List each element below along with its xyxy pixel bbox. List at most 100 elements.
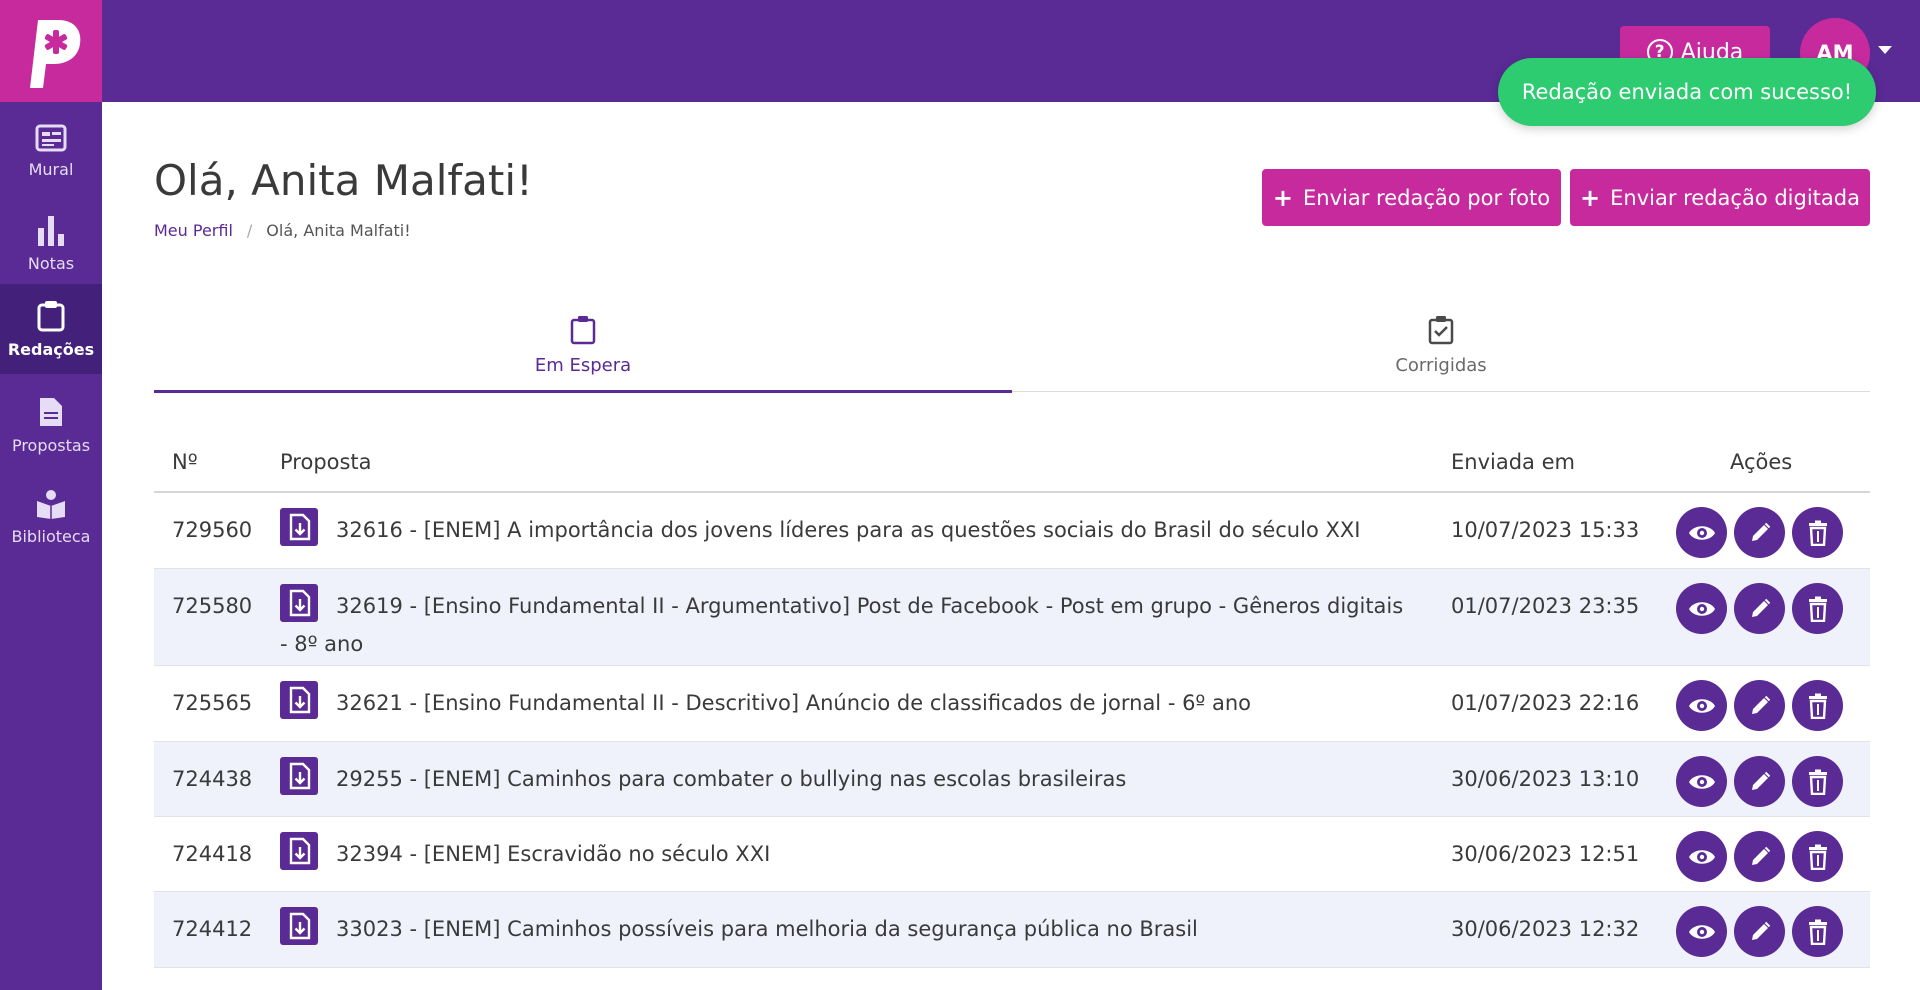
row-sent-date: 30/06/2023 12:32 xyxy=(1451,917,1640,941)
active-tab-indicator xyxy=(154,390,1012,393)
trash-icon xyxy=(1808,769,1827,795)
edit-button[interactable] xyxy=(1734,680,1785,731)
row-proposal-text: 32619 - [Ensino Fundamental II - Argumen… xyxy=(280,594,1404,656)
sidebar-item-notas[interactable]: Notas xyxy=(0,198,102,288)
table-row: 724412 33023 - [ENEM] Caminhos possíveis… xyxy=(154,892,1870,968)
table-row: 724418 32394 - [ENEM] Escravidão no sécu… xyxy=(154,817,1870,892)
download-file-icon[interactable] xyxy=(280,584,318,622)
file-download-glyph xyxy=(289,513,311,541)
row-proposal: 32619 - [Ensino Fundamental II - Argumen… xyxy=(280,584,1410,663)
row-number: 724418 xyxy=(172,842,253,866)
row-sent-date: 01/07/2023 22:16 xyxy=(1451,691,1640,715)
row-number: 725580 xyxy=(172,594,253,618)
table-row: 725580 32619 - [Ensino Fundamental II - … xyxy=(154,569,1870,666)
view-button[interactable] xyxy=(1676,583,1727,634)
tab-em-espera[interactable]: Em Espera xyxy=(154,315,1012,393)
eye-icon xyxy=(1688,924,1715,939)
edit-button[interactable] xyxy=(1734,831,1785,882)
sidebar-label: Redações xyxy=(7,339,95,359)
sidebar-label: Mural xyxy=(28,159,74,179)
send-typed-label: Enviar redação digitada xyxy=(1610,185,1860,210)
row-proposal: 32394 - [ENEM] Escravidão no século XXI xyxy=(280,832,1410,873)
download-file-icon[interactable] xyxy=(280,681,318,719)
document-icon xyxy=(40,397,62,426)
send-typed-button[interactable]: + Enviar redação digitada xyxy=(1570,169,1870,226)
delete-button[interactable] xyxy=(1792,507,1843,558)
download-file-icon[interactable] xyxy=(280,508,318,546)
send-by-photo-button[interactable]: + Enviar redação por foto xyxy=(1262,169,1561,226)
view-button[interactable] xyxy=(1676,756,1727,807)
sidebar-item-redacoes[interactable]: Redações xyxy=(0,284,102,374)
column-header-proposal: Proposta xyxy=(280,450,372,474)
row-proposal-text: 32394 - [ENEM] Escravidão no século XXI xyxy=(336,842,771,866)
row-proposal: 32621 - [Ensino Fundamental II - Descrit… xyxy=(280,681,1410,722)
file-download-glyph xyxy=(289,686,311,714)
row-number: 725565 xyxy=(172,691,253,715)
eye-icon xyxy=(1688,774,1715,789)
table-row: 724438 29255 - [ENEM] Caminhos para comb… xyxy=(154,742,1870,817)
plus-icon: + xyxy=(1272,183,1294,212)
file-download-glyph xyxy=(289,837,311,865)
sidebar-label: Biblioteca xyxy=(11,526,91,546)
row-proposal: 32616 - [ENEM] A importância dos jovens … xyxy=(280,508,1410,549)
breadcrumb-link-meu-perfil[interactable]: Meu Perfil xyxy=(154,221,233,240)
row-number: 729560 xyxy=(172,518,253,542)
delete-button[interactable] xyxy=(1792,680,1843,731)
clipboard-check-icon xyxy=(1428,316,1454,345)
row-actions xyxy=(1676,583,1843,634)
file-download-glyph xyxy=(289,762,311,790)
eye-icon xyxy=(1688,601,1715,616)
column-header-sent: Enviada em xyxy=(1451,450,1575,474)
row-sent-date: 10/07/2023 15:33 xyxy=(1451,518,1640,542)
pencil-icon xyxy=(1751,846,1770,865)
edit-button[interactable] xyxy=(1734,756,1785,807)
page-title: Olá, Anita Malfati! xyxy=(154,156,533,205)
trash-icon xyxy=(1808,844,1827,870)
clipboard-icon xyxy=(570,316,596,345)
delete-button[interactable] xyxy=(1792,756,1843,807)
app-logo[interactable] xyxy=(0,0,102,102)
pencil-icon xyxy=(1751,921,1770,940)
delete-button[interactable] xyxy=(1792,906,1843,957)
download-file-icon[interactable] xyxy=(280,757,318,795)
success-toast[interactable]: Redação enviada com sucesso! xyxy=(1498,58,1876,126)
row-actions xyxy=(1676,906,1843,957)
view-button[interactable] xyxy=(1676,680,1727,731)
download-file-icon[interactable] xyxy=(280,907,318,945)
row-actions xyxy=(1676,756,1843,807)
breadcrumb-separator: / xyxy=(246,221,253,240)
delete-button[interactable] xyxy=(1792,583,1843,634)
view-button[interactable] xyxy=(1676,906,1727,957)
column-header-number: Nº xyxy=(172,450,198,474)
view-button[interactable] xyxy=(1676,507,1727,558)
edit-button[interactable] xyxy=(1734,507,1785,558)
trash-icon xyxy=(1808,596,1827,622)
download-file-icon[interactable] xyxy=(280,832,318,870)
view-button[interactable] xyxy=(1676,831,1727,882)
edit-button[interactable] xyxy=(1734,906,1785,957)
eye-icon xyxy=(1688,849,1715,864)
table-row: 725565 32621 - [Ensino Fundamental II - … xyxy=(154,666,1870,742)
pencil-icon xyxy=(1751,695,1770,714)
row-proposal-text: 32616 - [ENEM] A importância dos jovens … xyxy=(336,518,1361,542)
caret-down-icon[interactable] xyxy=(1878,46,1892,54)
column-header-actions: Ações xyxy=(1730,450,1793,474)
row-actions xyxy=(1676,507,1843,558)
tab-corrigidas[interactable]: Corrigidas xyxy=(1012,315,1870,393)
edit-button[interactable] xyxy=(1734,583,1785,634)
row-sent-date: 30/06/2023 13:10 xyxy=(1451,767,1640,791)
send-by-photo-label: Enviar redação por foto xyxy=(1303,185,1551,210)
clipboard-icon xyxy=(37,300,65,331)
sidebar-item-propostas[interactable]: Propostas xyxy=(0,380,102,470)
table-row: 729560 32616 - [ENEM] A importância dos … xyxy=(154,493,1870,569)
trash-icon xyxy=(1808,919,1827,945)
book-reader-icon xyxy=(37,489,65,519)
sidebar-item-biblioteca[interactable]: Biblioteca xyxy=(0,472,102,562)
delete-button[interactable] xyxy=(1792,831,1843,882)
row-sent-date: 01/07/2023 23:35 xyxy=(1451,594,1640,618)
file-download-glyph xyxy=(289,912,311,940)
file-download-glyph xyxy=(289,589,311,617)
sidebar-item-mural[interactable]: Mural xyxy=(0,106,102,196)
row-number: 724438 xyxy=(172,767,253,791)
pencil-icon xyxy=(1751,771,1770,790)
